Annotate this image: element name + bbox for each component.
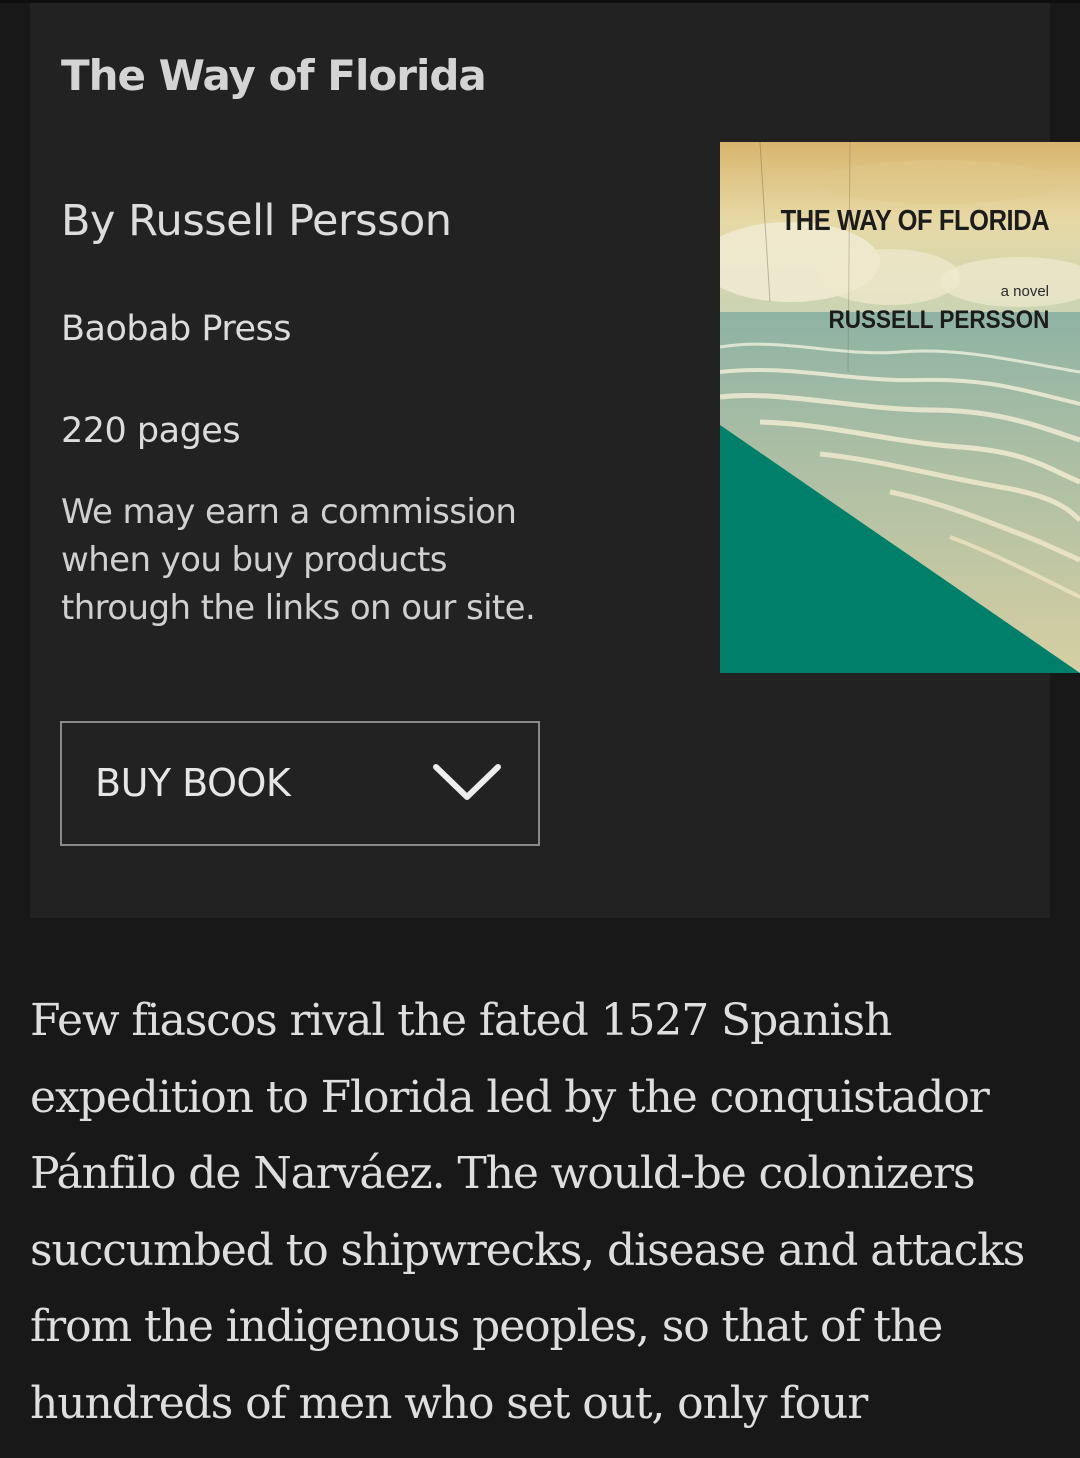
article-paragraph: Few fiascos rival the fated 1527 Spanish… (30, 995, 1025, 1429)
cover-subtitle: a novel (1000, 283, 1049, 300)
book-pages: 220 pages (61, 411, 241, 451)
book-card: The Way of Florida By Russell Persson Ba… (30, 3, 1080, 918)
page: The Way of Florida By Russell Persson Ba… (0, 0, 1080, 1458)
chevron-down-icon (433, 764, 501, 800)
cover-author: RUSSELL PERSSON (828, 306, 1049, 334)
cover-title: THE WAY OF FLORIDA (780, 205, 1049, 237)
book-publisher: Baobab Press (61, 309, 292, 349)
buy-book-button[interactable]: BUY BOOK (60, 721, 540, 846)
book-author: By Russell Persson (61, 196, 452, 246)
book-cover-image[interactable]: THE WAY OF FLORIDA a novel RUSSELL PERSS… (720, 142, 1080, 673)
book-title: The Way of Florida (61, 51, 487, 100)
buy-book-label: BUY BOOK (95, 761, 291, 805)
commission-disclaimer: We may earn a commission when you buy pr… (61, 492, 536, 628)
